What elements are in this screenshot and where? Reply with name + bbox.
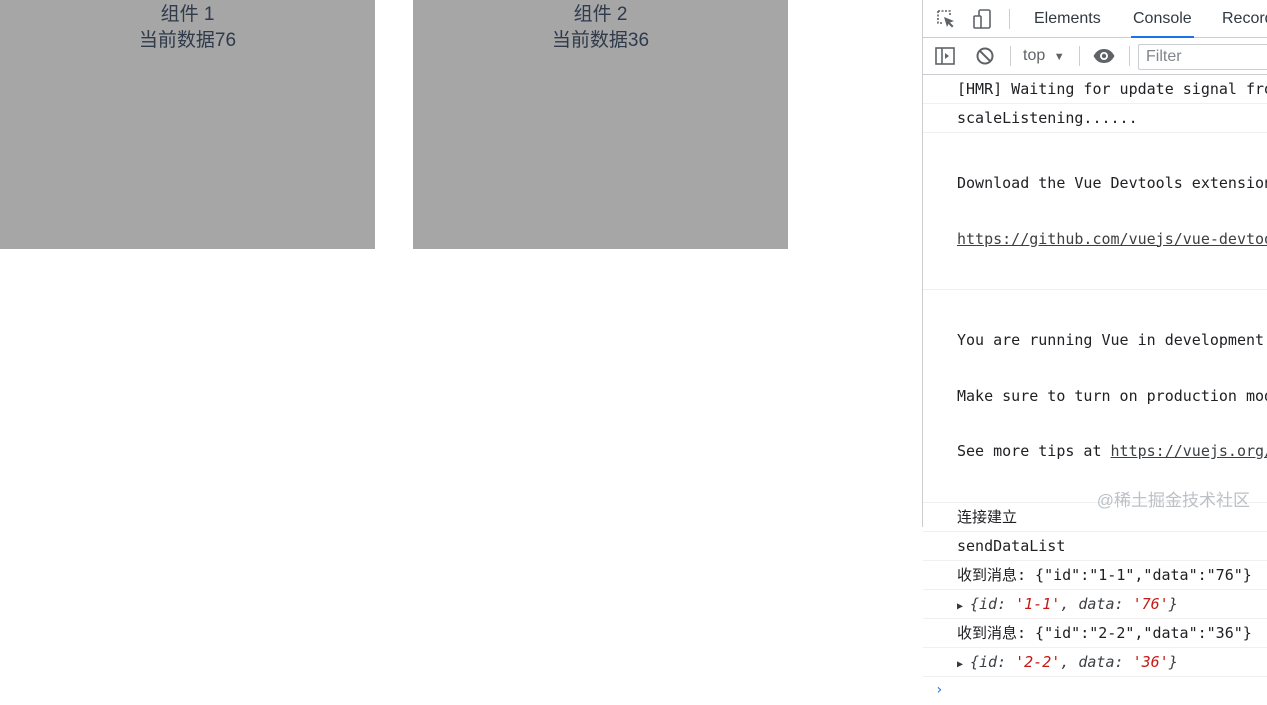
console-log: [HMR] Waiting for update signal from sca… [923,75,1267,705]
obj2-mid: , data: [1060,652,1133,671]
context-selector[interactable]: top ▼ [1023,38,1065,75]
inspect-element-icon[interactable] [935,8,957,30]
device-toolbar-icon[interactable] [971,8,993,30]
obj2-open: {id: [970,652,1016,671]
watermark: @稀土掘金技术社区 [1096,491,1250,510]
obj2-close: } [1168,652,1178,671]
obj1-data: '76' [1132,594,1169,613]
console-toolbar: top ▼ Filter [923,38,1267,75]
devtools-tabbar: Elements Console Record [923,0,1267,38]
tabbar-divider [1009,9,1010,29]
toolbar-divider-3 [1129,46,1130,66]
obj1-close: } [1168,594,1178,613]
expand-triangle-icon[interactable]: ▶ [957,651,970,676]
console-prompt-row[interactable]: › [923,677,1267,705]
log-message-1: 收到消息: {"id":"1-1","data":"76"} [923,561,1267,590]
tab-console[interactable]: Console [1131,0,1194,38]
log-vue-dev-mode: You are running Vue in development Make … [923,290,1267,503]
log-dev-line-2: Make sure to turn on production mode [957,386,1267,405]
devtools-panel: Elements Console Record top ▼ Filter [HM… [922,0,1267,698]
prompt-chevron-icon: › [935,681,944,698]
component-1-panel: 组件 1 当前数据76 [0,0,375,249]
obj2-data: '36' [1132,652,1169,671]
component-2-title: 组件 2 [573,4,628,25]
log-object-2[interactable]: ▶ {id: '2-2', data: '36'} [923,648,1267,677]
component-2-data: 当前数据36 [551,30,650,51]
log-message-2: 收到消息: {"id":"2-2","data":"36"} [923,619,1267,648]
obj1-mid: , data: [1060,594,1133,613]
log-scale-listening: scaleListening...... [923,104,1267,133]
tab-recorder[interactable]: Record [1222,0,1267,37]
expand-triangle-icon[interactable]: ▶ [957,593,970,618]
component-1-title: 组件 1 [160,4,215,25]
context-value: top [1023,47,1046,64]
log-dev-line-1: You are running Vue in development [957,331,1265,349]
vuejs-link[interactable]: https://vuejs.org/ [1111,442,1267,460]
log-object-1[interactable]: ▶ {id: '1-1', data: '76'} [923,590,1267,619]
obj2-id: '2-2' [1015,652,1061,671]
log-vue-devtools: Download the Vue Devtools extension http… [923,133,1267,290]
vue-devtools-link[interactable]: https://github.com/vuejs/vue-devtools [957,230,1267,250]
component-2-panel: 组件 2 当前数据36 [413,0,788,249]
chevron-down-icon: ▼ [1053,51,1065,63]
tab-elements[interactable]: Elements [1034,0,1101,37]
obj1-open: {id: [970,594,1016,613]
sidebar-toggle-icon[interactable] [934,45,956,67]
log-vue-devtools-text: Download the Vue Devtools extension [957,174,1267,192]
toolbar-divider-2 [1079,46,1080,66]
live-expression-eye-icon[interactable] [1092,45,1115,67]
component-1-data: 当前数据76 [138,30,237,51]
log-dev-line-3: See more tips at [957,442,1111,460]
page-viewport: 组件 1 当前数据76 组件 2 当前数据36 [0,0,922,527]
obj1-id: '1-1' [1015,594,1061,613]
clear-console-icon[interactable] [974,45,996,67]
toolbar-divider [1010,46,1011,66]
log-send-data-list: sendDataList [923,532,1267,561]
filter-input[interactable]: Filter [1138,44,1267,70]
log-hmr: [HMR] Waiting for update signal from [923,75,1267,104]
